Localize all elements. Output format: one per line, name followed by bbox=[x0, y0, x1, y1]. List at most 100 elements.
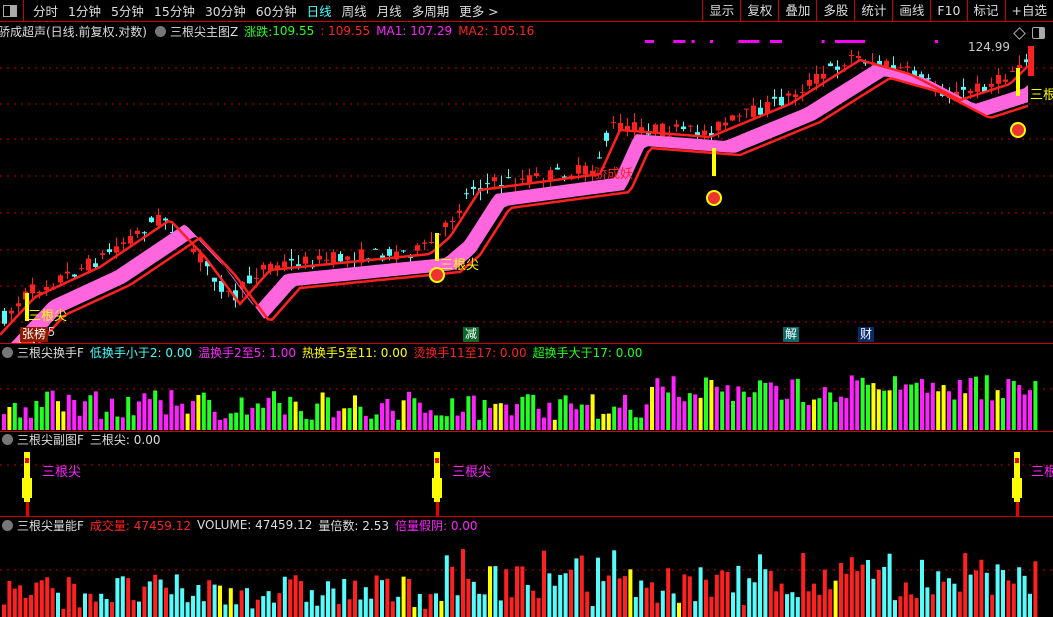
turnover-bar bbox=[666, 392, 671, 430]
turnover-bar bbox=[61, 411, 66, 430]
panel-toggle-icon[interactable] bbox=[3, 4, 17, 17]
low-turnover: 低换手小于2: 0.00 bbox=[89, 345, 193, 360]
candle-body bbox=[793, 94, 798, 98]
volume-bar bbox=[779, 583, 784, 617]
volume-bar bbox=[536, 598, 541, 617]
signal-dot bbox=[753, 40, 757, 43]
display-button[interactable]: 显示 bbox=[702, 0, 740, 22]
turnover-bar bbox=[212, 411, 217, 430]
turnover-bar bbox=[1022, 394, 1027, 430]
volume-bar bbox=[380, 580, 384, 617]
chevron-down-icon[interactable] bbox=[2, 433, 13, 445]
candle-body bbox=[450, 221, 455, 223]
volume-bar bbox=[196, 584, 201, 617]
ma2-line bbox=[37, 77, 1029, 343]
turnover-bar bbox=[390, 410, 395, 430]
adjust-button[interactable]: 复权 bbox=[740, 0, 778, 22]
turnover-bar bbox=[682, 401, 687, 430]
volume-bar bbox=[936, 571, 941, 617]
jian-badge[interactable]: 减 bbox=[463, 327, 480, 342]
candlestick-chart[interactable] bbox=[0, 38, 1053, 343]
volume-title[interactable]: 三根尖量能F bbox=[17, 517, 84, 534]
stats-button[interactable]: 统计 bbox=[854, 0, 892, 22]
volume-bar bbox=[88, 593, 93, 617]
turnover-bar bbox=[266, 397, 271, 430]
volume-bar bbox=[336, 604, 341, 617]
cai-badge[interactable]: 财 bbox=[858, 327, 875, 342]
volume-bar bbox=[612, 550, 617, 617]
turnover-bar bbox=[315, 403, 320, 430]
tab-multi-period[interactable]: 多周期 bbox=[407, 1, 455, 20]
volume-bar bbox=[628, 569, 633, 617]
turnover-bar bbox=[601, 413, 606, 430]
draw-button[interactable]: 画线 bbox=[892, 0, 930, 22]
candle-body bbox=[835, 66, 840, 70]
volume-bar bbox=[914, 598, 919, 617]
multi-stock-button[interactable]: 多股 bbox=[816, 0, 854, 22]
volume-bar bbox=[666, 568, 671, 617]
overlay-button[interactable]: 叠加 bbox=[778, 0, 816, 22]
volume-bar bbox=[714, 574, 719, 617]
turnover-bar bbox=[29, 417, 33, 430]
turnover-bar bbox=[444, 416, 449, 430]
jie-badge[interactable]: 解 bbox=[783, 327, 800, 342]
tab-15min[interactable]: 15分钟 bbox=[149, 1, 200, 20]
indicator-name[interactable]: 三根尖主图Z bbox=[170, 23, 238, 40]
turnover-bar bbox=[579, 404, 584, 430]
chevron-down-icon[interactable] bbox=[2, 519, 13, 531]
tab-monthly[interactable]: 月线 bbox=[372, 1, 407, 20]
candle-body bbox=[1010, 70, 1015, 72]
volume-bar bbox=[1006, 580, 1011, 617]
candle-body bbox=[1003, 79, 1008, 82]
turnover-title[interactable]: 三根尖换手F bbox=[17, 344, 84, 361]
volume-bar bbox=[137, 601, 141, 617]
volume-bar bbox=[56, 592, 60, 617]
turnover-bar bbox=[455, 415, 460, 430]
tab-30min[interactable]: 30分钟 bbox=[200, 1, 251, 20]
candle-body bbox=[317, 255, 322, 260]
turnover-bar bbox=[871, 383, 876, 430]
candle-body bbox=[1017, 65, 1022, 69]
candle-body bbox=[79, 268, 84, 270]
volume-bar bbox=[45, 577, 50, 617]
hot-turnover: 热换手5至11: 0.00 bbox=[301, 345, 408, 360]
tab-fenshi[interactable]: 分时 bbox=[28, 1, 63, 20]
chevron-down-icon[interactable] bbox=[2, 346, 13, 358]
turnover-bar bbox=[277, 402, 282, 430]
mark-button[interactable]: 标记 bbox=[966, 0, 1005, 22]
tab-daily[interactable]: 日线 bbox=[302, 1, 337, 20]
tab-1min[interactable]: 1分钟 bbox=[63, 1, 106, 20]
tab-5min[interactable]: 5分钟 bbox=[106, 1, 149, 20]
candle-body bbox=[324, 259, 329, 261]
turnover-bar bbox=[639, 417, 644, 430]
volume-bar bbox=[363, 587, 368, 617]
volume-bar bbox=[234, 604, 239, 617]
turnover-bar bbox=[115, 416, 120, 430]
volume-bar bbox=[228, 588, 233, 617]
volume-bar bbox=[995, 564, 1000, 617]
turnover-bar bbox=[396, 419, 401, 430]
tab-more[interactable]: 更多 > bbox=[454, 1, 503, 20]
candle-body bbox=[555, 167, 560, 170]
candle-body bbox=[996, 74, 1001, 84]
zhangbang-badge[interactable]: 张榜 bbox=[20, 327, 49, 342]
turnover-bar bbox=[299, 411, 303, 430]
volume-bar bbox=[185, 602, 190, 617]
chevron-down-icon[interactable] bbox=[155, 25, 166, 37]
volume-bar bbox=[261, 596, 266, 617]
sub-title[interactable]: 三根尖副图F bbox=[17, 431, 84, 448]
volume-bar bbox=[542, 550, 546, 617]
volume-bar bbox=[115, 578, 120, 617]
volume-bar bbox=[660, 590, 665, 617]
candle-body bbox=[9, 310, 14, 314]
volume-bar bbox=[223, 604, 228, 617]
tab-60min[interactable]: 60分钟 bbox=[251, 1, 302, 20]
turnover-bar bbox=[245, 414, 249, 430]
turnover-bar bbox=[164, 414, 168, 430]
turnover-bar bbox=[428, 410, 433, 430]
add-watchlist-button[interactable]: +自选 bbox=[1004, 0, 1053, 22]
f10-button[interactable]: F10 bbox=[930, 0, 966, 22]
candle-body bbox=[303, 256, 308, 264]
tab-weekly[interactable]: 周线 bbox=[337, 1, 372, 20]
turnover-bar bbox=[628, 409, 633, 430]
